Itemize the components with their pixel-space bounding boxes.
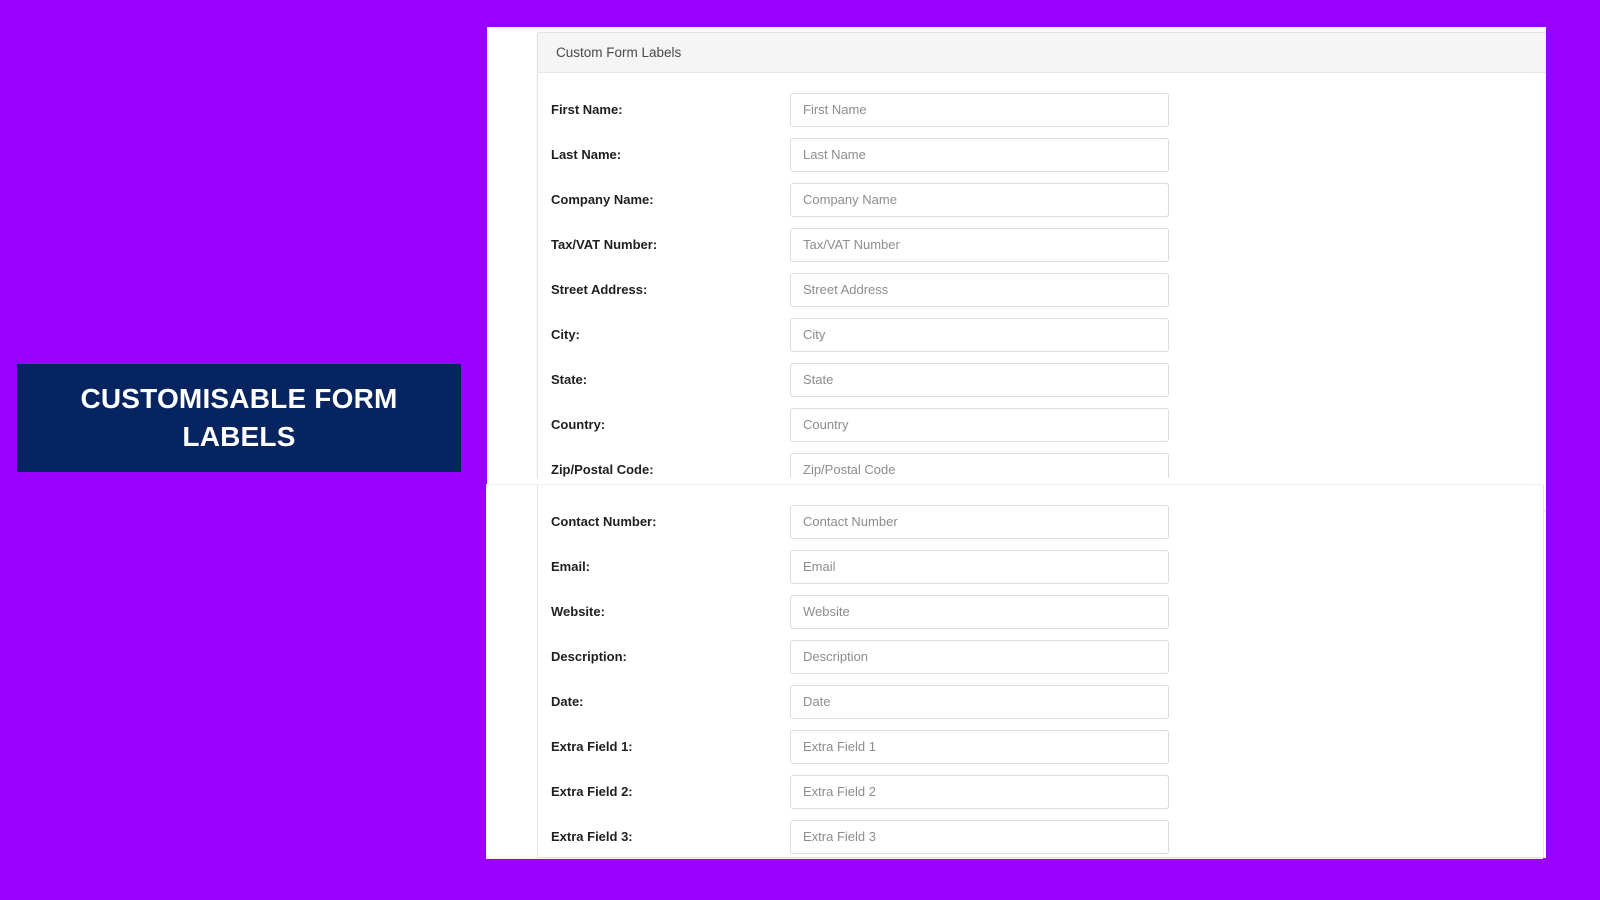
- label-zip-postal-code: Zip/Postal Code:: [551, 462, 654, 477]
- custom-form-labels-card-continued: Contact Number: Email: Website: Description…: [537, 485, 1544, 858]
- form-row-street-address: Street Address:: [538, 267, 1546, 312]
- promo-banner-title: CUSTOMISABLE FORM LABELS: [80, 383, 398, 452]
- input-first-name[interactable]: [790, 92, 1169, 127]
- form-row-contact-number: Contact Number:: [538, 499, 1543, 544]
- label-extra-field-2: Extra Field 2:: [551, 784, 633, 799]
- form-row-company-name: Company Name:: [538, 177, 1546, 222]
- input-street-address[interactable]: [790, 272, 1169, 307]
- form-row-country: Country:: [538, 402, 1546, 447]
- card-body-continued: Contact Number: Email: Website: Description…: [538, 485, 1543, 877]
- label-state: State:: [551, 372, 588, 387]
- form-row-first-name: First Name:: [538, 87, 1546, 132]
- form-fields-lower: Contact Number: Email: Website: Description…: [538, 499, 1543, 859]
- input-description[interactable]: [790, 639, 1169, 674]
- input-tax-vat-number[interactable]: [790, 227, 1169, 262]
- input-state[interactable]: [790, 362, 1169, 397]
- label-last-name: Last Name:: [551, 147, 622, 162]
- label-city: City:: [551, 327, 580, 342]
- form-row-date: Date:: [538, 679, 1543, 724]
- input-email[interactable]: [790, 549, 1169, 584]
- label-country: Country:: [551, 417, 606, 432]
- label-email: Email:: [551, 559, 591, 574]
- form-fields-upper: First Name: Last Name: Company Name: Tax/VA…: [538, 87, 1546, 492]
- label-contact-number: Contact Number:: [551, 514, 657, 529]
- custom-form-labels-card: Custom Form Labels First Name: Last Name:…: [537, 32, 1546, 511]
- form-row-extra-field-1: Extra Field 1:: [538, 724, 1543, 769]
- input-website[interactable]: [790, 594, 1169, 629]
- form-row-extra-field-2: Extra Field 2:: [538, 769, 1543, 814]
- label-tax-vat-number: Tax/VAT Number:: [551, 237, 658, 252]
- input-company-name[interactable]: [790, 182, 1169, 217]
- input-extra-field-2[interactable]: [790, 774, 1169, 809]
- form-row-tax-vat-number: Tax/VAT Number:: [538, 222, 1546, 267]
- form-row-city: City:: [538, 312, 1546, 357]
- label-street-address: Street Address:: [551, 282, 648, 297]
- card-header: Custom Form Labels: [538, 33, 1546, 73]
- input-last-name[interactable]: [790, 137, 1169, 172]
- card-header-title: Custom Form Labels: [556, 45, 682, 60]
- form-row-email: Email:: [538, 544, 1543, 589]
- input-date[interactable]: [790, 684, 1169, 719]
- form-row-last-name: Last Name:: [538, 132, 1546, 177]
- input-city[interactable]: [790, 317, 1169, 352]
- form-row-website: Website:: [538, 589, 1543, 634]
- input-contact-number[interactable]: [790, 504, 1169, 539]
- label-company-name: Company Name:: [551, 192, 654, 207]
- label-extra-field-1: Extra Field 1:: [551, 739, 633, 754]
- label-extra-field-3: Extra Field 3:: [551, 829, 633, 844]
- form-row-description: Description:: [538, 634, 1543, 679]
- input-extra-field-1[interactable]: [790, 729, 1169, 764]
- input-country[interactable]: [790, 407, 1169, 442]
- label-first-name: First Name:: [551, 102, 623, 117]
- label-description: Description:: [551, 649, 627, 664]
- input-extra-field-3[interactable]: [790, 819, 1169, 854]
- card-body: First Name: Last Name: Company Name: Tax/VA…: [538, 73, 1546, 510]
- form-row-extra-field-3: Extra Field 3:: [538, 814, 1543, 859]
- label-website: Website:: [551, 604, 605, 619]
- label-date: Date:: [551, 694, 584, 709]
- form-row-state: State:: [538, 357, 1546, 402]
- promo-banner: CUSTOMISABLE FORM LABELS: [17, 364, 461, 472]
- app-window-lower: Contact Number: Email: Website: Description…: [487, 485, 1544, 858]
